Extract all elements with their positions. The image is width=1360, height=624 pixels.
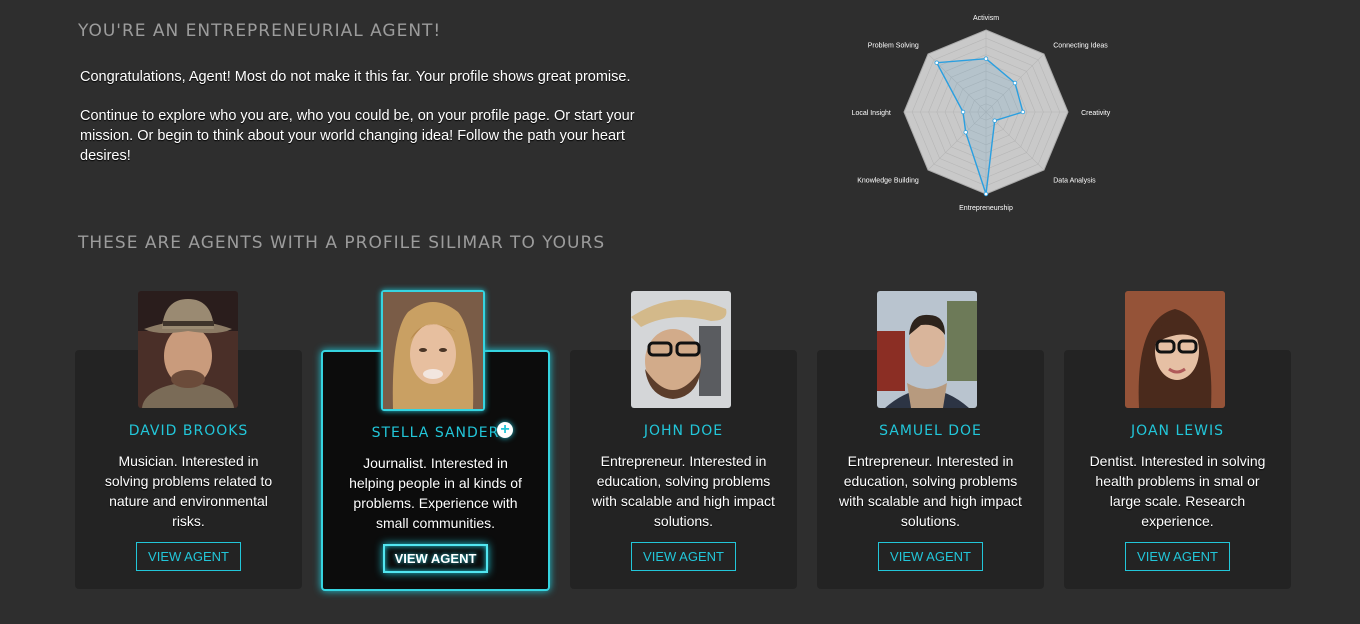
- agent-name: JOAN LEWIS: [1131, 423, 1224, 439]
- radar-point: [963, 130, 968, 135]
- view-agent-button[interactable]: VIEW AGENT: [1125, 542, 1230, 571]
- agent-name: SAMUEL DOE: [879, 423, 982, 439]
- radar-point: [1020, 109, 1026, 115]
- radar-point: [992, 118, 997, 123]
- view-agent-button[interactable]: VIEW AGENT: [136, 542, 241, 571]
- agent-description: Journalist. Interested in helping people…: [349, 455, 522, 531]
- page-title: YOU'RE AN ENTREPRENEURIAL AGENT!: [78, 21, 442, 41]
- portrait-image: [383, 292, 483, 409]
- radar-axis-label: Entrepreneurship: [959, 205, 1013, 212]
- avatar[interactable]: [381, 290, 485, 411]
- avatar[interactable]: [631, 291, 731, 408]
- view-agent-button[interactable]: VIEW AGENT: [383, 544, 488, 573]
- radar-point: [934, 60, 939, 65]
- portrait-image: [138, 291, 238, 408]
- agent-name: STELLA SANDER: [371, 425, 500, 441]
- intro-paragraph-2: Continue to explore who you are, who you…: [80, 108, 635, 164]
- avatar[interactable]: [138, 291, 238, 408]
- view-agent-button[interactable]: VIEW AGENT: [878, 542, 983, 571]
- agent-description: Entrepreneur. Interested in education, s…: [592, 453, 775, 529]
- radar-axis-label: Connecting Ideas: [1053, 43, 1108, 50]
- portrait-image: [1125, 291, 1225, 408]
- radar-point: [983, 56, 989, 61]
- radar-axis-label: Creativity: [1081, 110, 1111, 117]
- radar-axis-label: Data Analysis: [1053, 177, 1096, 184]
- radar-axis-label: Knowledge Building: [857, 177, 919, 184]
- view-agent-button[interactable]: VIEW AGENT: [631, 542, 736, 571]
- section-title: THESE ARE AGENTS WITH A PROFILE SILIMAR …: [78, 233, 606, 253]
- radar-point: [983, 191, 989, 197]
- radar-point: [960, 109, 966, 115]
- radar-axis-label: Local Insight: [852, 110, 891, 117]
- portrait-image: [877, 291, 977, 408]
- radar-axis-label: Activism: [973, 15, 999, 22]
- intro-paragraph-1: Congratulations, Agent! Most do not make…: [80, 69, 631, 85]
- portrait-image: [631, 291, 731, 408]
- avatar[interactable]: [1125, 291, 1225, 408]
- avatar[interactable]: [877, 291, 977, 408]
- radar-point: [1012, 80, 1018, 86]
- skills-radar-chart: Activism Connecting Ideas Creativity Data A…: [852, 15, 1111, 212]
- plus-icon[interactable]: +: [497, 422, 513, 438]
- agent-description: Musician. Interested in solving problems…: [104, 453, 273, 529]
- agent-name: JOHN DOE: [643, 423, 724, 439]
- intro-text: Congratulations, Agent! Most do not make…: [80, 67, 650, 185]
- agent-description: Dentist. Interested in solving health pr…: [1089, 453, 1266, 529]
- agent-name: DAVID BROOKS: [128, 423, 249, 439]
- agent-description: Entrepreneur. Interested in education, s…: [839, 453, 1022, 529]
- radar-axis-label: Problem Solving: [868, 43, 919, 50]
